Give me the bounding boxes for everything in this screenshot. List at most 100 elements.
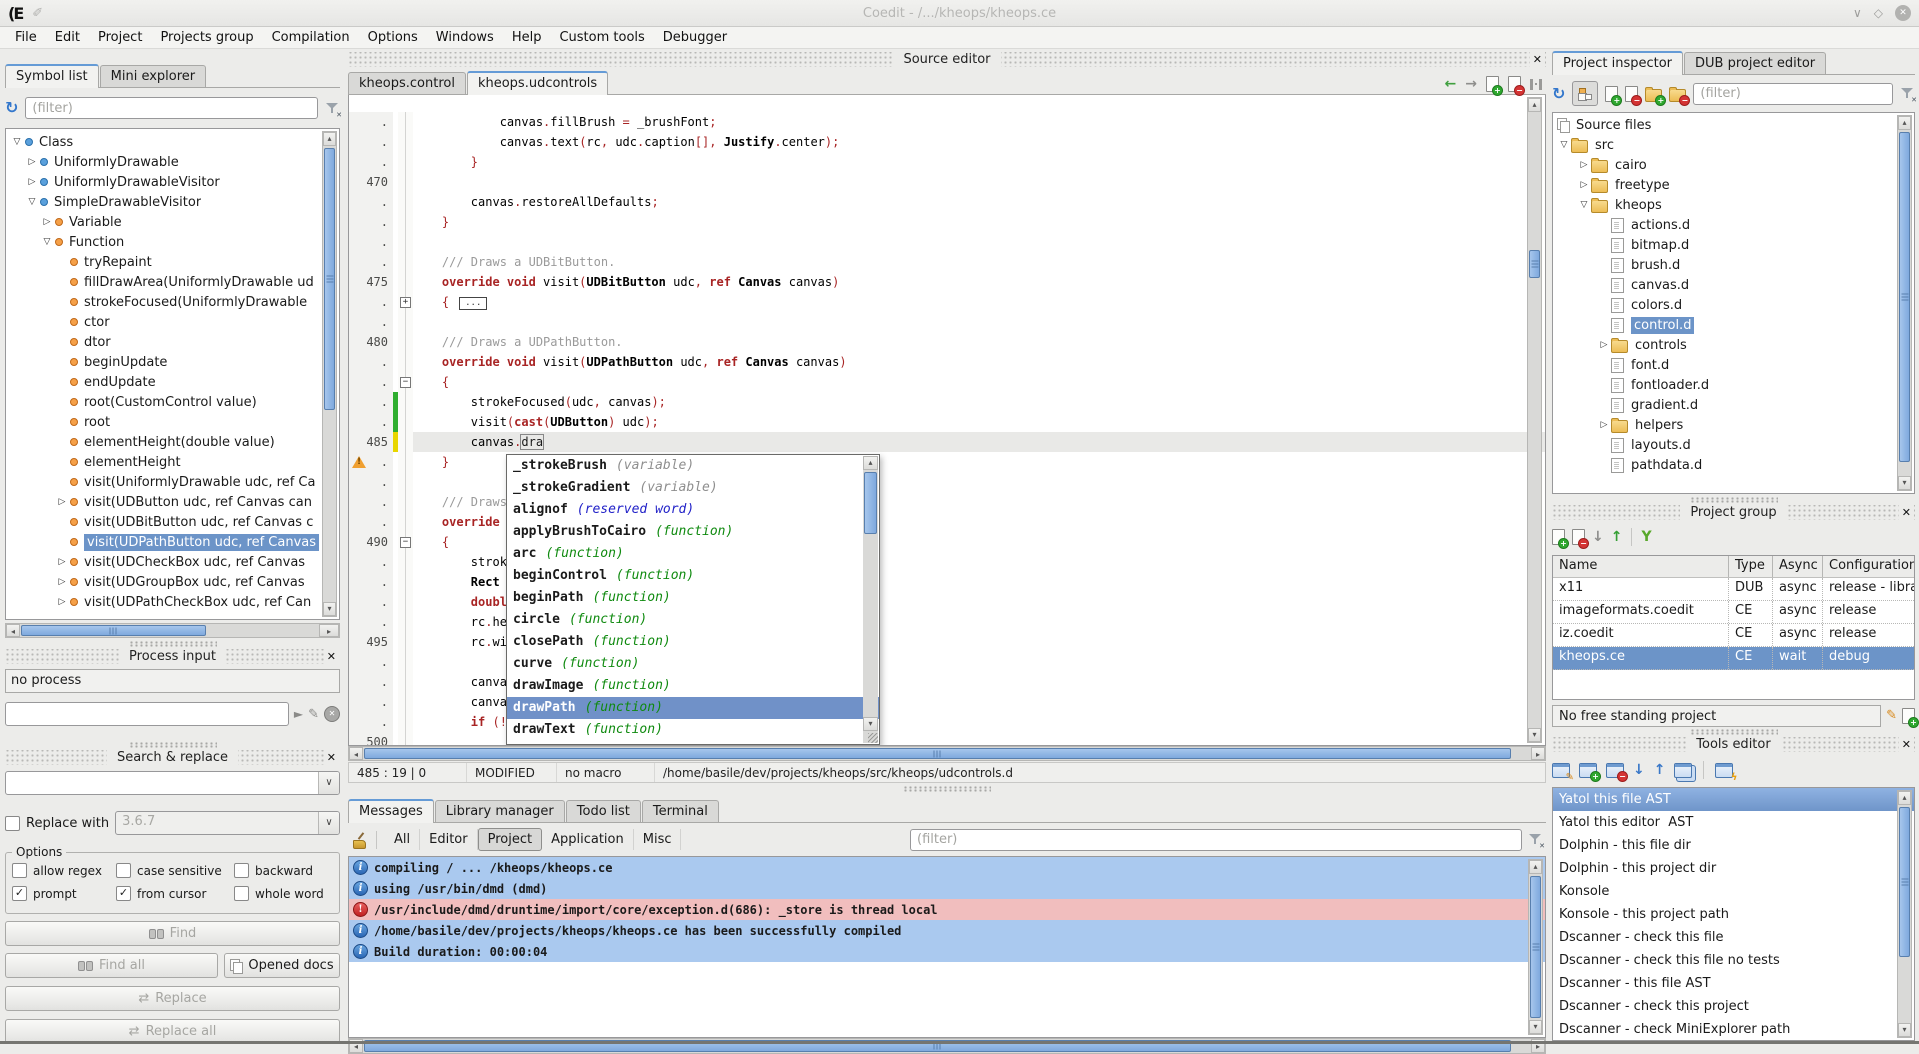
- remove-file-icon[interactable]: [1625, 86, 1638, 102]
- line-number[interactable]: 500: [349, 732, 393, 746]
- editor-tab-kheops-control[interactable]: kheops.control: [348, 72, 466, 94]
- scroll-thumb[interactable]: [1899, 807, 1910, 957]
- symbol-item-visit-udpathcheckbox-udc[interactable]: ▷visit(UDPathCheckBox udc, ref Can: [6, 592, 339, 612]
- clone-tool-icon[interactable]: [1674, 763, 1692, 778]
- kill-process-icon[interactable]: ✕: [324, 706, 340, 722]
- files-vscrollbar[interactable]: ▴ ▾: [1897, 115, 1912, 491]
- close-panel-icon[interactable]: ✕: [1899, 737, 1914, 752]
- menu-custom-tools[interactable]: Custom tools: [550, 28, 653, 47]
- tool-item-yatol-this-editor-ast[interactable]: Yatol this editor AST: [1553, 811, 1914, 834]
- line-number[interactable]: .: [349, 252, 393, 272]
- splitter-grip[interactable]: [1690, 497, 1778, 503]
- symbol-item-visit-udcheckbox-udc-re[interactable]: ▷visit(UDCheckBox udc, ref Canvas: [6, 552, 339, 572]
- add-free-project-icon[interactable]: [1902, 708, 1915, 724]
- remove-folder-icon[interactable]: [1669, 89, 1686, 102]
- symbol-item-endupdate[interactable]: endUpdate: [6, 372, 339, 392]
- file-item-gradient-d[interactable]: gradient.d: [1553, 395, 1914, 415]
- refresh-icon[interactable]: ↻: [1552, 86, 1565, 102]
- checkbox[interactable]: [234, 886, 249, 901]
- tool-item-dscanner-check-this-file[interactable]: Dscanner - check this file: [1553, 926, 1914, 949]
- menu-file[interactable]: File: [6, 28, 46, 47]
- scroll-down-icon[interactable]: ▾: [323, 602, 336, 616]
- file-item-kheops[interactable]: ▽kheops: [1553, 195, 1914, 215]
- line-number[interactable]: .: [349, 192, 393, 212]
- message-row[interactable]: i/home/basile/dev/projects/kheops/kheops…: [349, 920, 1545, 941]
- line-number[interactable]: .: [349, 512, 393, 532]
- dropdown-icon[interactable]: ∨: [318, 772, 339, 794]
- tool-item-konsole-this-project-path[interactable]: Konsole - this project path: [1553, 903, 1914, 926]
- file-item-source-files[interactable]: Source files: [1553, 115, 1914, 135]
- symbol-item-visit-udbutton-udc-ref[interactable]: ▷visit(UDButton udc, ref Canvas can: [6, 492, 339, 512]
- run-tool-icon[interactable]: [1715, 763, 1733, 778]
- resize-grip-icon[interactable]: [868, 733, 878, 743]
- code-line[interactable]: .: [349, 232, 1545, 252]
- symbol-item-root[interactable]: root: [6, 412, 339, 432]
- checkbox[interactable]: [12, 863, 27, 878]
- symbol-item-function[interactable]: ▽Function: [6, 232, 339, 252]
- tool-item-dscanner-check-miniexplorer-path[interactable]: Dscanner - check MiniExplorer path: [1553, 1018, 1914, 1041]
- file-item-layouts-d[interactable]: layouts.d: [1553, 435, 1914, 455]
- messages-filter-misc[interactable]: Misc: [634, 829, 682, 850]
- expander-icon[interactable]: ▽: [10, 137, 24, 147]
- line-number[interactable]: .: [349, 212, 393, 232]
- completion-item-drawtext[interactable]: drawText(function): [507, 719, 879, 741]
- symbol-item-simpledrawablevisitor[interactable]: ▽SimpleDrawableVisitor: [6, 192, 339, 212]
- go-forward-icon[interactable]: →: [1465, 77, 1477, 91]
- line-number[interactable]: .: [349, 132, 393, 152]
- symbol-filter-input[interactable]: (filter): [25, 97, 318, 119]
- expander-icon[interactable]: ▷: [55, 497, 69, 507]
- message-row[interactable]: !/usr/include/dmd/druntime/import/core/e…: [349, 899, 1545, 920]
- code-line[interactable]: . }: [349, 212, 1545, 232]
- message-row[interactable]: iBuild duration: 00:00:04: [349, 941, 1545, 962]
- symbol-item-dtor[interactable]: dtor: [6, 332, 339, 352]
- expander-icon[interactable]: ▷: [55, 597, 69, 607]
- code-line[interactable]: . canvas.restoreAllDefaults;: [349, 192, 1545, 212]
- expander-icon[interactable]: ▽: [1557, 140, 1571, 150]
- symbol-item-ctor[interactable]: ctor: [6, 312, 339, 332]
- menu-project[interactable]: Project: [89, 28, 151, 47]
- file-item-control-d[interactable]: control.d: [1553, 315, 1914, 335]
- scroll-thumb[interactable]: [324, 148, 335, 410]
- completion-item-beginpath[interactable]: beginPath(function): [507, 587, 879, 609]
- file-item-cairo[interactable]: ▷cairo: [1553, 155, 1914, 175]
- line-number[interactable]: .: [349, 552, 393, 572]
- symbol-item-class[interactable]: ▽Class: [6, 132, 339, 152]
- scroll-thumb[interactable]: [864, 472, 877, 534]
- tab-terminal[interactable]: Terminal: [642, 800, 719, 822]
- dropdown-icon[interactable]: ∨: [318, 812, 339, 834]
- line-number[interactable]: .: [349, 112, 393, 132]
- line-number[interactable]: .: [349, 292, 393, 312]
- file-item-pathdata-d[interactable]: pathdata.d: [1553, 455, 1914, 475]
- line-number[interactable]: .: [349, 152, 393, 172]
- checkbox[interactable]: ✓: [116, 886, 131, 901]
- remove-tool-icon[interactable]: [1606, 763, 1624, 778]
- completion-item-strokegradient[interactable]: _strokeGradient(variable): [507, 477, 879, 499]
- send-and-close-icon[interactable]: ✎: [308, 707, 319, 722]
- completion-item-drawimage[interactable]: drawImage(function): [507, 675, 879, 697]
- tree-view-toggle-button[interactable]: [1572, 81, 1598, 106]
- tool-item-dolphin-this-file-dir[interactable]: Dolphin - this file dir: [1553, 834, 1914, 857]
- expander-icon[interactable]: ▷: [25, 157, 39, 167]
- remove-project-icon[interactable]: [1572, 529, 1585, 545]
- new-document-icon[interactable]: [1486, 76, 1499, 92]
- fold-toggle-icon[interactable]: +: [400, 297, 411, 308]
- option-whole-word[interactable]: whole word: [234, 886, 333, 901]
- completion-item-curve[interactable]: curve(function): [507, 653, 879, 675]
- expander-icon[interactable]: ▷: [1577, 160, 1591, 170]
- option-allow-regex[interactable]: allow regex: [12, 863, 116, 878]
- line-number[interactable]: .: [349, 472, 393, 492]
- line-number[interactable]: 490: [349, 532, 393, 552]
- completion-vscrollbar[interactable]: ▴ ▾: [863, 456, 878, 743]
- code-line[interactable]: 485 canvas.dra: [349, 432, 1545, 452]
- clear-messages-icon[interactable]: [351, 832, 368, 848]
- scroll-right-icon[interactable]: ▸: [319, 624, 339, 637]
- completion-item-begincontrol[interactable]: beginControl(function): [507, 565, 879, 587]
- expander-icon[interactable]: ▷: [55, 577, 69, 587]
- process-input-field[interactable]: [5, 702, 289, 726]
- menu-options[interactable]: Options: [359, 28, 427, 47]
- minimize-button[interactable]: ∨: [1853, 6, 1862, 20]
- line-number[interactable]: .: [349, 572, 393, 592]
- tab-todo-list[interactable]: Todo list: [566, 800, 641, 822]
- find-button[interactable]: Find: [5, 921, 340, 946]
- line-number[interactable]: .: [349, 492, 393, 512]
